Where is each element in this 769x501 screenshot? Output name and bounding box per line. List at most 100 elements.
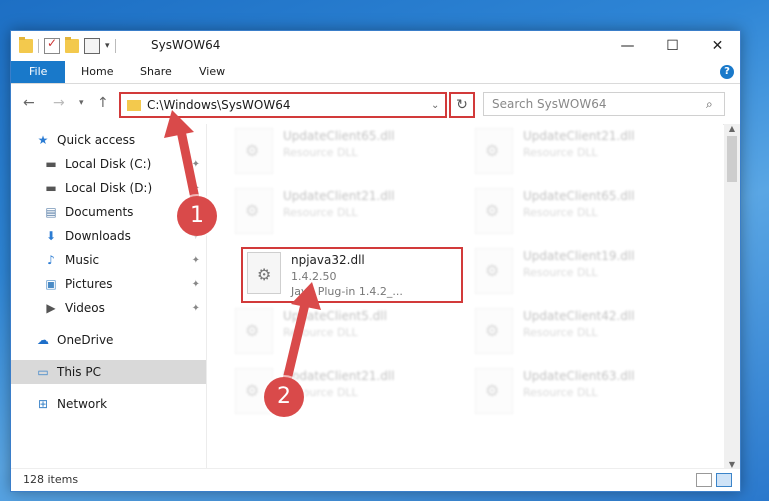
sidebar-item-pictures[interactable]: ▣ Pictures ✦ [11,272,206,296]
sidebar-item-onedrive[interactable]: ☁ OneDrive [11,328,206,352]
help-icon[interactable]: ? [720,65,734,79]
recent-locations-button[interactable]: ▾ [79,98,84,108]
maximize-button[interactable]: ☐ [650,31,695,61]
up-button[interactable]: ↑ [97,95,109,111]
file-item[interactable]: UpdateClient42.dll Resource DLL [475,308,705,358]
file-type: Resource DLL [523,266,598,279]
file-item[interactable]: UpdateClient19.dll Resource DLL [475,248,705,298]
sidebar-item-label: Videos [65,301,105,315]
search-input[interactable] [484,96,706,112]
close-button[interactable]: ✕ [695,31,740,61]
file-item[interactable]: UpdateClient21.dll Resource DLL [235,188,465,238]
pictures-icon: ▣ [45,277,57,291]
address-path[interactable]: C:\Windows\SysWOW64 [147,98,431,112]
file-name: UpdateClient19.dll [523,249,635,263]
download-icon: ⬇ [45,229,57,243]
tab-file[interactable]: File [11,61,66,83]
folder-icon [127,99,141,111]
star-icon: ★ [37,133,49,147]
file-item[interactable]: UpdateClient5.dll Resource DLL [235,308,465,358]
properties-icon[interactable] [84,38,100,54]
pin-icon: ✦ [191,302,200,314]
file-type: Resource DLL [283,146,358,159]
file-type: Resource DLL [523,206,598,219]
ribbon-tabs: File Home Share View ? [11,61,740,84]
cloud-icon: ☁ [37,333,49,347]
file-item[interactable]: UpdateClient65.dll Resource DLL [475,188,705,238]
sidebar-item-label: Downloads [65,229,131,243]
customize-toolbar-caret[interactable]: ▾ [105,41,110,51]
pin-icon: ✦ [191,182,200,194]
window-title: SysWOW64 [151,38,221,52]
search-icon[interactable]: ⌕ [706,97,724,112]
file-list: UpdateClient65.dll Resource DLL UpdateCli… [207,124,723,469]
dll-file-icon [235,308,273,354]
dll-file-icon [475,188,513,234]
step-1-badge: 1 [177,196,217,236]
sidebar-item-local-disk-d[interactable]: ▬ Local Disk (D:) ✦ [11,176,206,200]
file-type: Resource DLL [523,326,598,339]
properties-check-icon[interactable] [44,36,60,54]
file-name: UpdateClient21.dll [283,189,395,203]
title-bar: ▾ SysWOW64 — ☐ ✕ [11,31,740,61]
scroll-up-arrow-icon[interactable]: ▲ [724,124,740,133]
drive-icon: ▬ [45,157,57,171]
minimize-button[interactable]: — [605,31,650,61]
sidebar-item-label: Documents [65,205,134,219]
pin-icon: ✦ [191,254,200,266]
explorer-window: ▾ SysWOW64 — ☐ ✕ File Home Share View ? … [10,30,741,492]
sidebar-item-label: Local Disk (C:) [65,157,152,171]
forward-button[interactable]: → [53,95,65,111]
item-count: 128 items [23,473,79,486]
network-icon: ⊞ [37,397,49,411]
toolbar-separator [38,39,39,53]
refresh-button[interactable]: ↻ [449,92,475,118]
sidebar-item-label: OneDrive [57,333,114,347]
quick-access-toolbar: ▾ [19,36,116,54]
file-type: Resource DLL [283,326,358,339]
new-folder-icon[interactable] [65,37,79,53]
sidebar-item-label: Pictures [65,277,113,291]
file-name: UpdateClient63.dll [523,369,635,383]
tiles-view-icon[interactable] [716,473,732,487]
toolbar-separator [114,39,116,53]
file-item[interactable]: UpdateClient65.dll Resource DLL [235,128,465,178]
tab-view[interactable]: View [185,61,239,83]
sidebar-item-network[interactable]: ⊞ Network [11,392,206,416]
search-box[interactable]: ⌕ [483,92,725,116]
navigation-pane: ★ Quick access ▬ Local Disk (C:) ✦ ▬ Loc… [11,124,207,469]
file-type: Resource DLL [283,206,358,219]
dll-file-icon [475,128,513,174]
dll-file-icon [235,188,273,234]
sidebar-item-label: Network [57,397,108,411]
scrollbar-thumb[interactable] [727,136,737,182]
computer-icon: ▭ [37,365,49,379]
address-field[interactable]: C:\Windows\SysWOW64 ⌄ [119,92,447,118]
file-name: UpdateClient65.dll [523,189,635,203]
file-item[interactable]: UpdateClient63.dll Resource DLL [475,368,705,418]
folder-icon [19,37,33,53]
details-view-icon[interactable] [696,473,712,487]
sidebar-item-videos[interactable]: ▶ Videos ✦ [11,296,206,320]
file-name: UpdateClient42.dll [523,309,635,323]
dll-file-icon [475,368,513,414]
sidebar-item-local-disk-c[interactable]: ▬ Local Disk (C:) ✦ [11,152,206,176]
tab-share[interactable]: Share [126,61,186,83]
file-version: 1.4.2.50 [291,270,337,283]
dll-file-icon [475,248,513,294]
address-dropdown-icon[interactable]: ⌄ [431,100,445,111]
document-icon: ▤ [45,205,57,219]
file-item-npjava32[interactable]: npjava32.dll 1.4.2.50 Java Plug-in 1.4.2_.… [241,247,463,303]
file-name: npjava32.dll [291,253,365,267]
back-button[interactable]: ← [23,95,35,111]
sidebar-item-quick-access[interactable]: ★ Quick access [11,128,206,152]
tab-home[interactable]: Home [67,61,127,83]
sidebar-item-this-pc[interactable]: ▭ This PC [11,360,206,384]
vertical-scrollbar[interactable]: ▲ ▼ [724,124,740,469]
file-name: UpdateClient21.dll [523,129,635,143]
status-bar: 128 items [11,468,740,491]
sidebar-item-downloads[interactable]: ⬇ Downloads ✦ [11,224,206,248]
file-item[interactable]: UpdateClient21.dll Resource DLL [475,128,705,178]
sidebar-item-music[interactable]: ♪ Music ✦ [11,248,206,272]
step-2-badge: 2 [264,377,304,417]
